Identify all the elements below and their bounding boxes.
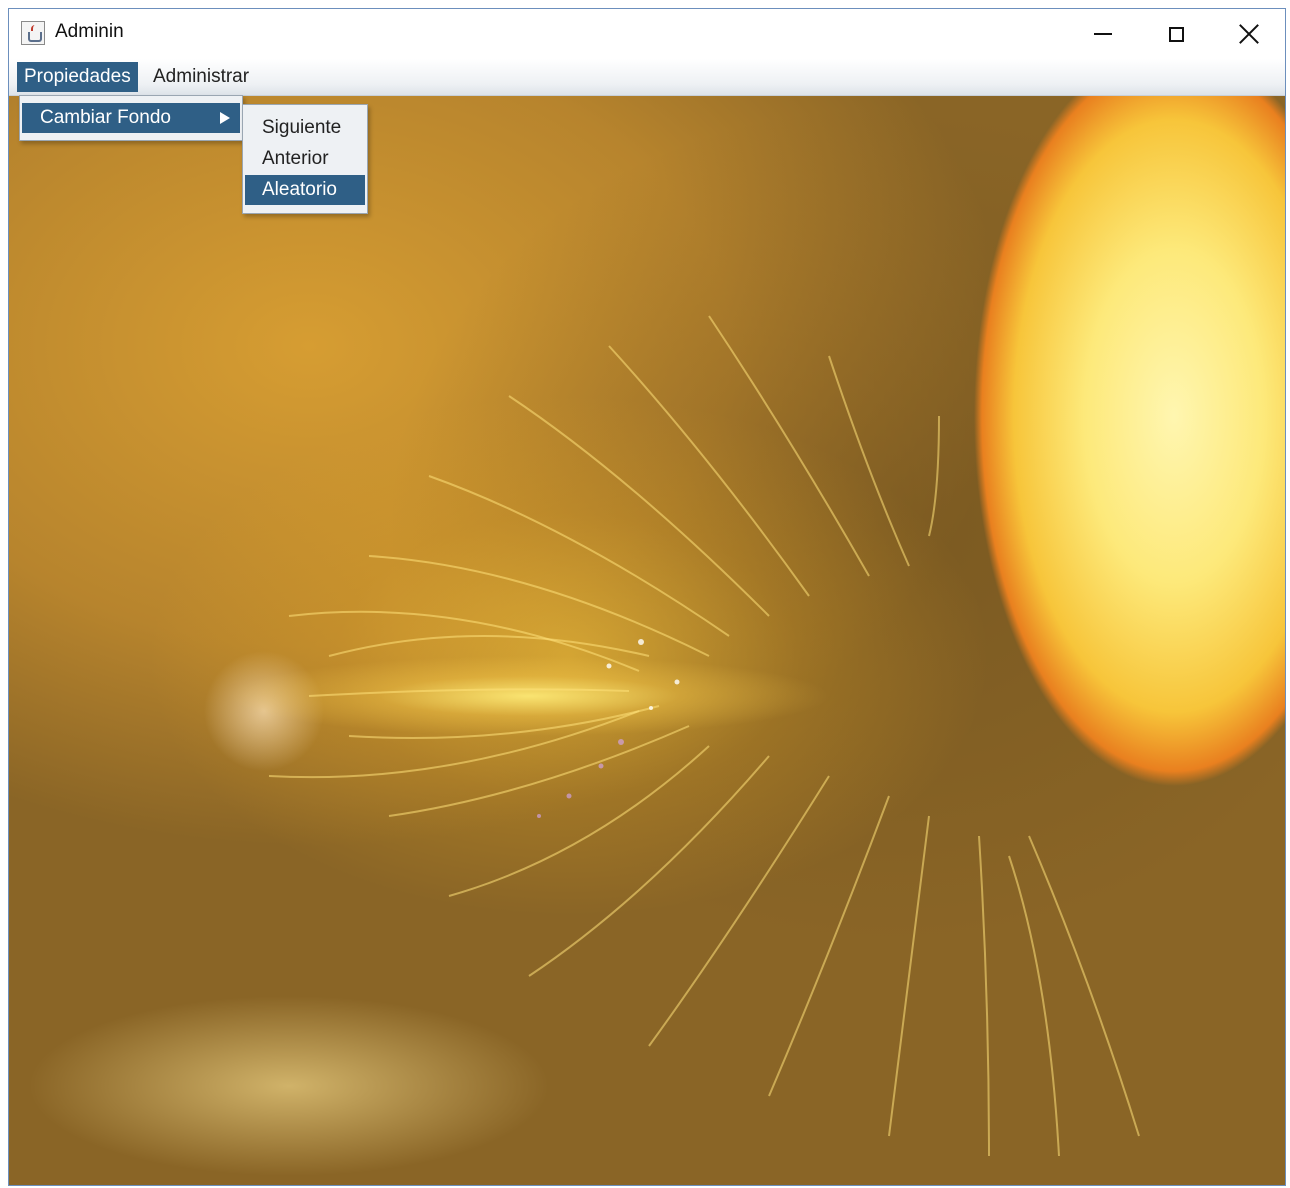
menu-item-cambiar-fondo[interactable]: Cambiar Fondo xyxy=(22,103,240,133)
menu-propiedades[interactable]: Propiedades xyxy=(17,62,138,92)
menu-item-siguiente[interactable]: Siguiente xyxy=(245,113,365,143)
background-streaks xyxy=(268,315,1140,1157)
menu-bar: Propiedades Administrar xyxy=(9,59,1285,96)
app-window: Adminin Propiedades Administrar Cambiar … xyxy=(8,8,1286,1186)
java-cup-icon xyxy=(21,21,45,45)
window-title: Adminin xyxy=(55,21,124,42)
minimize-button[interactable] xyxy=(1067,9,1139,59)
menu-item-label: Cambiar Fondo xyxy=(40,107,171,128)
menu-administrar[interactable]: Administrar xyxy=(146,62,256,92)
menu-item-anterior[interactable]: Anterior xyxy=(245,144,365,174)
close-button[interactable] xyxy=(1213,9,1285,59)
minimize-icon xyxy=(1094,33,1112,35)
submenu-arrow-icon xyxy=(220,112,230,124)
cambiar-fondo-submenu: Siguiente Anterior Aleatorio xyxy=(242,104,368,214)
maximize-icon xyxy=(1168,26,1184,42)
title-bar[interactable]: Adminin xyxy=(9,9,1285,59)
maximize-button[interactable] xyxy=(1140,9,1212,59)
close-icon xyxy=(1239,24,1259,44)
menu-item-aleatorio[interactable]: Aleatorio xyxy=(245,175,365,205)
propiedades-dropdown: Cambiar Fondo xyxy=(19,95,243,141)
